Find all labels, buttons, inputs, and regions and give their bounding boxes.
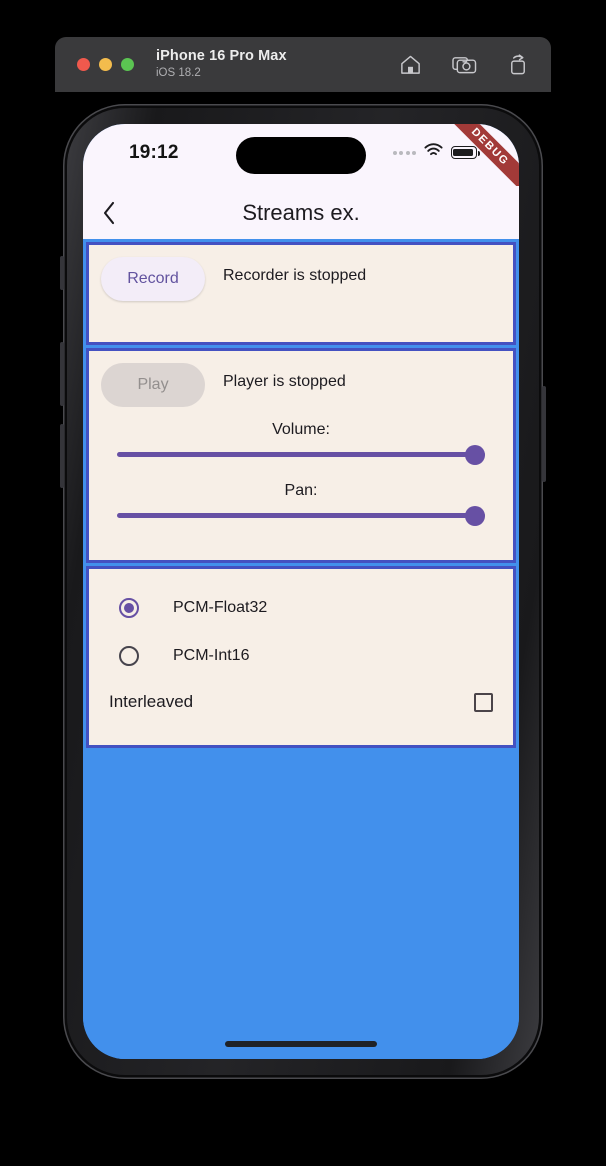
window-traffic-lights xyxy=(77,58,134,71)
radio-option-pcm-float32[interactable]: PCM-Float32 xyxy=(89,584,513,632)
recorder-status-text: Recorder is stopped xyxy=(223,267,367,284)
radio-label-pcm-int16: PCM-Int16 xyxy=(173,647,250,664)
wifi-icon xyxy=(424,143,443,162)
app-content: Record Recorder is stopped Play Player i… xyxy=(83,239,519,1059)
play-button[interactable]: Play xyxy=(101,363,205,407)
page-title: Streams ex. xyxy=(242,199,360,225)
simulator-os-version: iOS 18.2 xyxy=(156,67,201,80)
screenshot-icon[interactable] xyxy=(452,53,477,76)
format-options-card: PCM-Float32 PCM-Int16 Interleaved xyxy=(86,566,516,748)
device-frame: 19:12 DEBUG Streams ex. Record Recorder … xyxy=(60,104,546,1079)
close-button[interactable] xyxy=(77,58,90,71)
radio-icon-unselected[interactable] xyxy=(119,646,139,666)
cellular-signal-icon xyxy=(392,150,416,155)
pan-slider[interactable] xyxy=(117,503,485,529)
pan-label: Pan: xyxy=(284,482,318,499)
player-controls-row: Play Player is stopped xyxy=(89,351,513,407)
zoom-button[interactable] xyxy=(121,58,134,71)
volume-up-button[interactable] xyxy=(60,342,64,406)
volume-label: Volume: xyxy=(272,421,330,438)
pan-slider-track xyxy=(117,513,485,518)
device-screen: 19:12 DEBUG Streams ex. Record Recorder … xyxy=(83,124,519,1059)
interleaved-checkbox[interactable] xyxy=(474,692,493,712)
interleaved-label: Interleaved xyxy=(109,692,194,711)
rotate-icon[interactable] xyxy=(507,53,529,76)
volume-slider[interactable] xyxy=(117,442,485,468)
volume-down-button[interactable] xyxy=(60,424,64,488)
volume-slider-thumb[interactable] xyxy=(465,445,485,465)
player-card: Play Player is stopped Volume: Pan: xyxy=(86,348,516,563)
minimize-button[interactable] xyxy=(99,58,112,71)
record-button[interactable]: Record xyxy=(101,257,205,301)
radio-label-pcm-float32: PCM-Float32 xyxy=(173,599,268,616)
power-button[interactable] xyxy=(542,386,546,482)
pan-slider-thumb[interactable] xyxy=(465,506,485,526)
silent-switch-button[interactable] xyxy=(60,256,64,290)
interleaved-row[interactable]: Interleaved xyxy=(89,680,513,712)
recorder-card: Record Recorder is stopped xyxy=(86,242,516,345)
simulator-titlebar: iPhone 16 Pro Max iOS 18.2 xyxy=(55,37,551,92)
volume-slider-track xyxy=(117,452,485,457)
simulator-title-group: iPhone 16 Pro Max iOS 18.2 xyxy=(156,49,287,79)
player-status-text: Player is stopped xyxy=(223,373,346,390)
dynamic-island xyxy=(236,137,366,174)
ios-status-bar: 19:12 DEBUG xyxy=(83,124,519,198)
screenshot-root: iPhone 16 Pro Max iOS 18.2 19:12 DEBUG S… xyxy=(0,0,606,1166)
simulator-device-name: iPhone 16 Pro Max xyxy=(156,48,287,65)
radio-option-pcm-int16[interactable]: PCM-Int16 xyxy=(89,632,513,680)
app-bar: Streams ex. xyxy=(83,186,519,239)
simulator-actions xyxy=(399,53,529,76)
radio-icon-selected[interactable] xyxy=(119,598,139,618)
home-indicator[interactable] xyxy=(225,1041,377,1047)
battery-icon xyxy=(451,146,480,159)
status-indicators xyxy=(392,143,480,162)
home-icon[interactable] xyxy=(399,53,422,76)
status-time: 19:12 xyxy=(129,142,179,163)
